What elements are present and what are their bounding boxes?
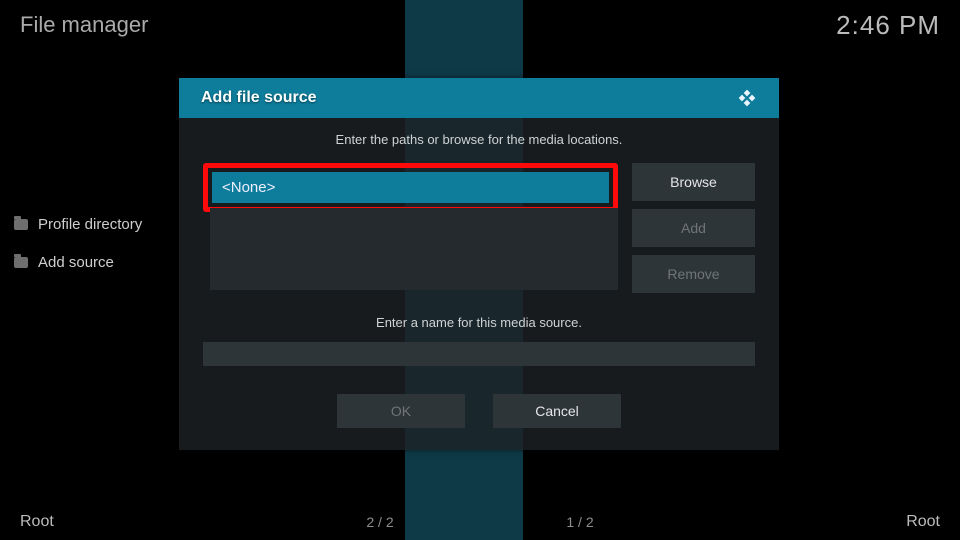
sidebar-item-add-source[interactable]: Add source xyxy=(14,243,194,281)
source-name-input[interactable] xyxy=(203,342,755,366)
footer-count-right: 1 / 2 xyxy=(520,514,640,530)
page-title: File manager xyxy=(20,12,148,38)
kodi-logo-icon xyxy=(737,88,757,108)
add-button[interactable]: Add xyxy=(632,209,755,247)
remove-button[interactable]: Remove xyxy=(632,255,755,293)
path-input[interactable] xyxy=(212,172,609,203)
cancel-button[interactable]: Cancel xyxy=(493,394,621,428)
path-buttons: Browse Add Remove xyxy=(632,163,755,293)
footer-count-left: 2 / 2 xyxy=(320,514,440,530)
action-row: OK Cancel xyxy=(203,394,755,428)
add-file-source-modal: Add file source Enter the paths or brows… xyxy=(179,78,779,450)
sidebar-item-label: Add source xyxy=(38,254,114,271)
modal-title: Add file source xyxy=(201,89,317,107)
folder-icon xyxy=(14,257,28,268)
sidebar-item-label: Profile directory xyxy=(38,216,142,233)
modal-body: Enter the paths or browse for the media … xyxy=(179,118,779,450)
path-input-highlight xyxy=(203,163,618,212)
paths-row: Browse Add Remove xyxy=(203,163,755,293)
sidebar: Profile directory Add source xyxy=(14,205,194,281)
modal-header: Add file source xyxy=(179,78,779,118)
top-bar: File manager 2:46 PM xyxy=(0,0,960,50)
clock: 2:46 PM xyxy=(836,10,940,41)
browse-button[interactable]: Browse xyxy=(632,163,755,201)
folder-icon xyxy=(14,219,28,230)
paths-prompt: Enter the paths or browse for the media … xyxy=(203,132,755,147)
footer-left-root: Root xyxy=(20,513,320,531)
path-list[interactable] xyxy=(210,208,618,290)
ok-button[interactable]: OK xyxy=(337,394,465,428)
footer-right-root: Root xyxy=(640,513,940,531)
name-prompt: Enter a name for this media source. xyxy=(203,315,755,330)
sidebar-item-profile-directory[interactable]: Profile directory xyxy=(14,205,194,243)
footer: Root 2 / 2 1 / 2 Root xyxy=(0,504,960,540)
